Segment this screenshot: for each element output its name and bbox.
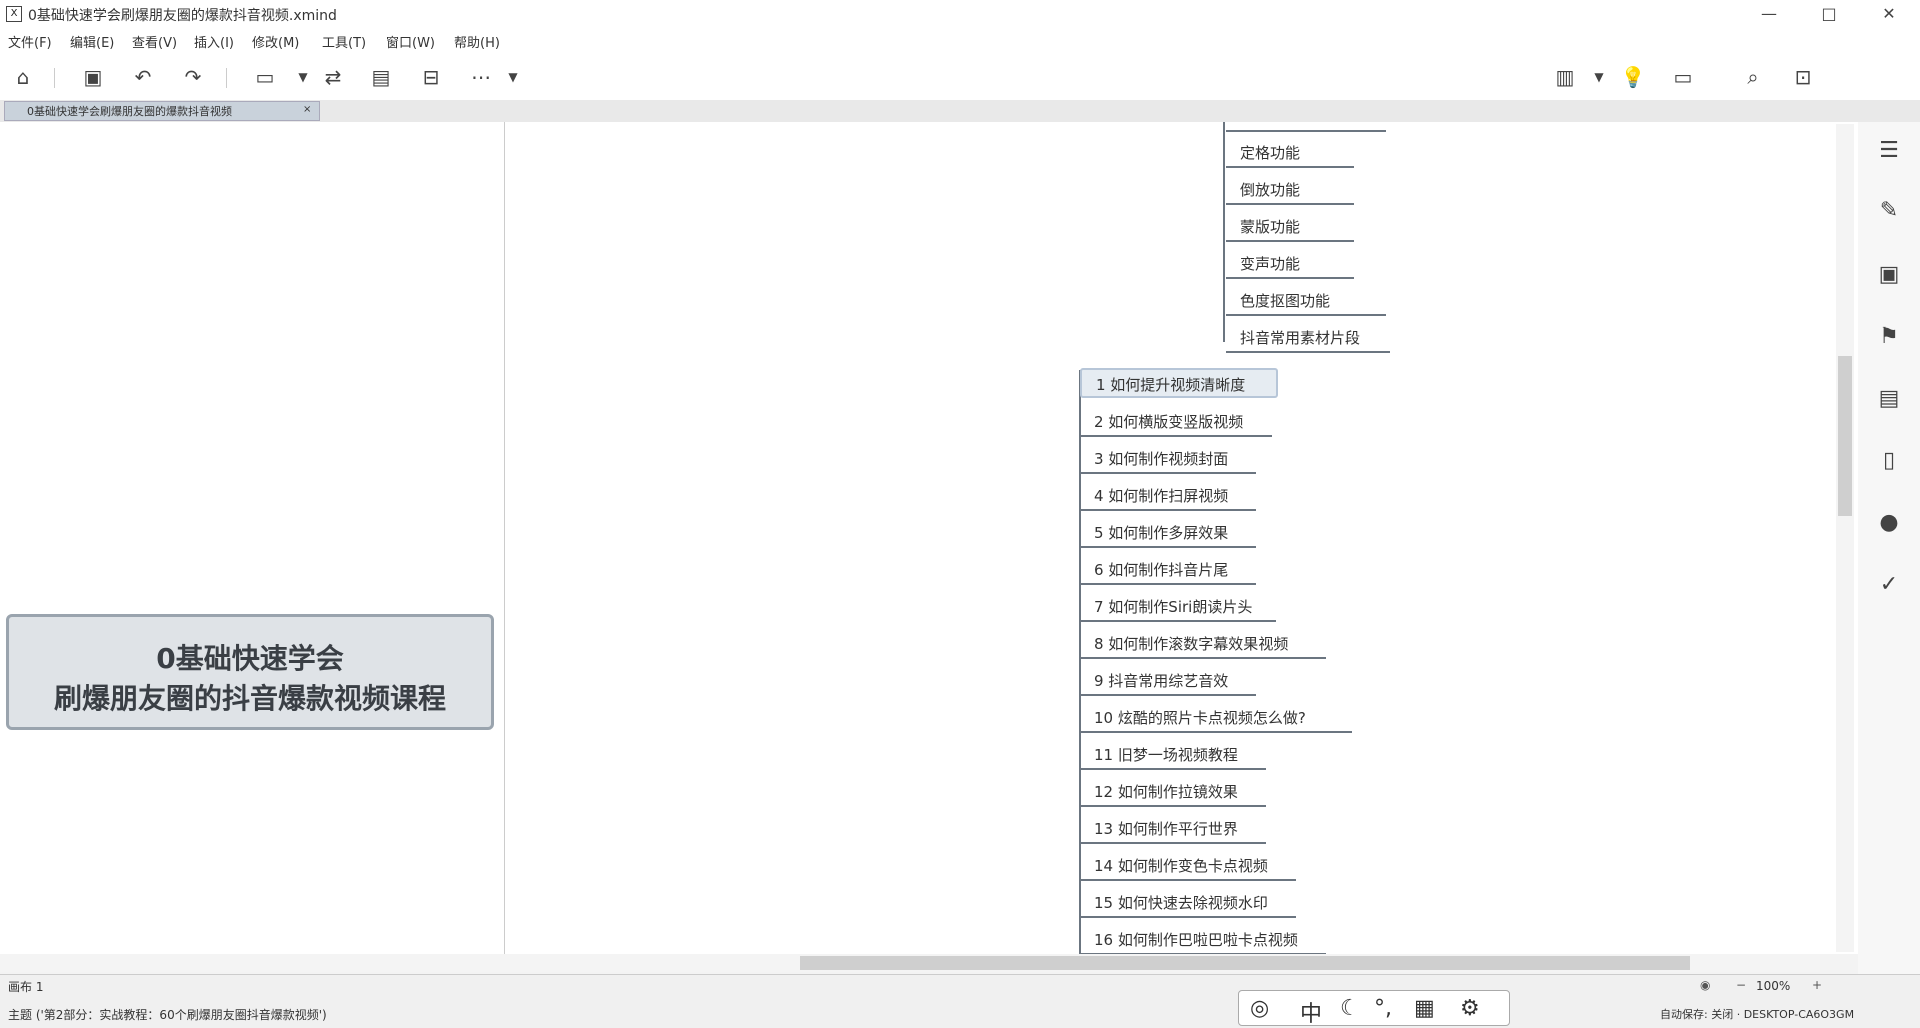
redo-icon[interactable]: ↷: [180, 64, 206, 90]
subtopic[interactable]: 蒙版功能: [1226, 212, 1354, 242]
chevron-down-icon[interactable]: ▼: [290, 64, 316, 90]
marker-icon[interactable]: ⚑: [1874, 322, 1904, 352]
menu-modify[interactable]: 修改(M): [252, 32, 299, 51]
search-icon[interactable]: ⌕: [1740, 64, 1766, 90]
document-icon[interactable]: ▯: [1874, 446, 1904, 476]
right-panel: [1858, 122, 1920, 996]
subtopic[interactable]: 色度抠图功能: [1226, 286, 1386, 316]
home-icon[interactable]: ⌂: [10, 64, 36, 90]
menu-window[interactable]: 窗口(W): [386, 32, 435, 51]
topic-item[interactable]: 7 如何制作Siri朗读片头: [1080, 592, 1276, 622]
toolbar-separator: [54, 68, 55, 88]
zoom-out-button[interactable]: −: [1736, 978, 1746, 992]
subtopic[interactable]: 倒放功能: [1226, 175, 1354, 205]
subtopic[interactable]: [1226, 106, 1386, 132]
punctuation-icon[interactable]: °,: [1374, 996, 1392, 1021]
menu-help[interactable]: 帮助(H): [454, 32, 500, 51]
menu-tools[interactable]: 工具(T): [322, 32, 366, 51]
central-topic[interactable]: 0基础快速学会 刷爆朋友圈的抖音爆款视频课程: [6, 614, 494, 730]
sheet-tab[interactable]: 画布 1: [8, 978, 43, 995]
view-icon[interactable]: ▥: [1552, 64, 1578, 90]
topic-item[interactable]: 16 如何制作巴啦巴啦卡点视频: [1080, 925, 1326, 955]
save-icon[interactable]: ▣: [80, 64, 106, 90]
topic-item[interactable]: 12 如何制作拉镜效果: [1080, 777, 1266, 807]
close-window-button[interactable]: ✕: [1866, 2, 1912, 26]
keyboard-icon[interactable]: ▦: [1414, 996, 1435, 1021]
close-icon[interactable]: ×: [303, 104, 311, 115]
topic-item[interactable]: 10 炫酷的照片卡点视频怎么做?: [1080, 703, 1352, 733]
chevron-down-icon[interactable]: ▼: [1586, 64, 1612, 90]
status-info: 自动保存: 关闭 · DESKTOP-CA6O3GM: [1660, 1008, 1855, 1021]
canvas-divider: [504, 122, 505, 954]
subtopic[interactable]: 定格功能: [1226, 138, 1354, 168]
topic-item[interactable]: 5 如何制作多屏效果: [1080, 518, 1256, 548]
topic-item[interactable]: 15 如何快速去除视频水印: [1080, 888, 1296, 918]
subtopic[interactable]: 变声功能: [1226, 249, 1354, 279]
presentation-icon[interactable]: ▭: [1670, 64, 1696, 90]
subtopic[interactable]: 抖音常用素材片段: [1226, 323, 1390, 353]
menu-file[interactable]: 文件(F): [8, 32, 52, 51]
summary-icon[interactable]: ⊟: [418, 64, 444, 90]
more-icon[interactable]: ⋯: [468, 64, 494, 90]
topic-item[interactable]: 6 如何制作抖音片尾: [1080, 555, 1256, 585]
topic-item[interactable]: 4 如何制作扫屏视频: [1080, 481, 1256, 511]
status-text: 主题 ('第2部分：实战教程：60个刷爆朋友圈抖音爆款视频'): [8, 1008, 327, 1022]
topic-item[interactable]: 2 如何横版变竖版视频: [1080, 407, 1272, 437]
undo-icon[interactable]: ↶: [130, 64, 156, 90]
mindmap-canvas[interactable]: [0, 122, 1859, 954]
topic-item[interactable]: 1 如何提升视频清晰度: [1080, 368, 1278, 398]
zoom-level[interactable]: 100%: [1756, 979, 1790, 993]
horizontal-scroll-thumb[interactable]: [800, 956, 1690, 970]
topic-item[interactable]: 9 抖音常用综艺音效: [1080, 666, 1256, 696]
app-icon: X: [6, 6, 22, 22]
task-icon[interactable]: ✓: [1874, 570, 1904, 600]
central-topic-line1: 0基础快速学会: [156, 642, 344, 675]
chevron-down-icon[interactable]: ▼: [500, 64, 526, 90]
format-icon[interactable]: ✎: [1874, 196, 1904, 226]
topic-item[interactable]: 3 如何制作视频封面: [1080, 444, 1256, 474]
vertical-scroll-thumb[interactable]: [1838, 356, 1852, 516]
image-icon[interactable]: ▣: [1874, 260, 1904, 290]
central-topic-line2: 刷爆朋友圈的抖音爆款视频课程: [53, 682, 446, 715]
topic-item[interactable]: 8 如何制作滚数字幕效果视频: [1080, 629, 1326, 659]
menu-edit[interactable]: 编辑(E): [70, 32, 114, 51]
eye-icon[interactable]: ◉: [1700, 978, 1710, 992]
menu-view[interactable]: 查看(V): [132, 32, 177, 51]
note-icon[interactable]: ▤: [1874, 384, 1904, 414]
ime-mode[interactable]: 中: [1300, 996, 1322, 1028]
toolbar-separator: [226, 68, 227, 88]
window-title: 0基础快速学会刷爆朋友圈的爆款抖音视频.xmind: [28, 8, 337, 24]
topic-item[interactable]: 11 旧梦一场视频教程: [1080, 740, 1266, 770]
outline-icon[interactable]: ☰: [1874, 136, 1904, 166]
zoom-in-button[interactable]: +: [1812, 978, 1822, 992]
menu-insert[interactable]: 插入(I): [194, 32, 234, 51]
relationship-icon[interactable]: ⇄: [320, 64, 346, 90]
gear-icon[interactable]: ⚙: [1460, 996, 1480, 1021]
maximize-button[interactable]: □: [1806, 2, 1852, 26]
comment-icon[interactable]: ●: [1874, 508, 1904, 538]
idea-icon[interactable]: 💡: [1620, 64, 1646, 90]
sheet-bar: [0, 974, 1920, 999]
topic-item[interactable]: 13 如何制作平行世界: [1080, 814, 1266, 844]
minimize-button[interactable]: —: [1746, 2, 1792, 26]
vertical-scrollbar[interactable]: [1836, 124, 1854, 952]
moon-icon[interactable]: ☾: [1340, 996, 1360, 1021]
boundary-icon[interactable]: ▤: [368, 64, 394, 90]
ime-logo-icon[interactable]: ◎: [1250, 996, 1269, 1021]
topic-icon[interactable]: ▭: [252, 64, 278, 90]
tab-mindmap[interactable]: 0基础快速学会刷爆朋友圈的爆款抖音视频: [4, 101, 320, 121]
share-icon[interactable]: ⊡: [1790, 64, 1816, 90]
topic-item[interactable]: 14 如何制作变色卡点视频: [1080, 851, 1296, 881]
